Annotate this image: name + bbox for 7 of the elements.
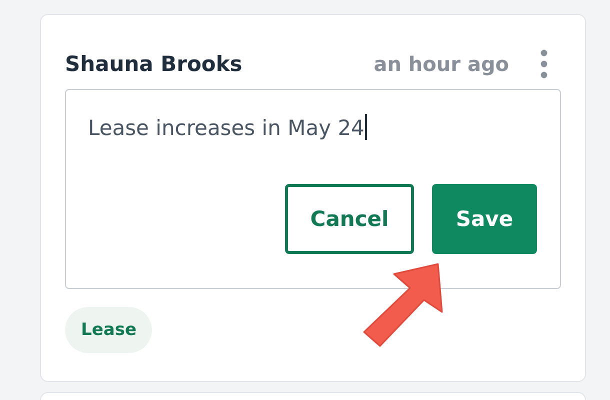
tag-chip[interactable]: Lease [65,307,152,353]
timestamp: an hour ago [374,52,509,76]
text-cursor [365,114,368,140]
more-options-icon[interactable] [539,49,549,79]
author-name: Shauna Brooks [65,52,244,76]
cancel-button[interactable]: Cancel [285,184,414,254]
save-button[interactable]: Save [432,184,537,254]
